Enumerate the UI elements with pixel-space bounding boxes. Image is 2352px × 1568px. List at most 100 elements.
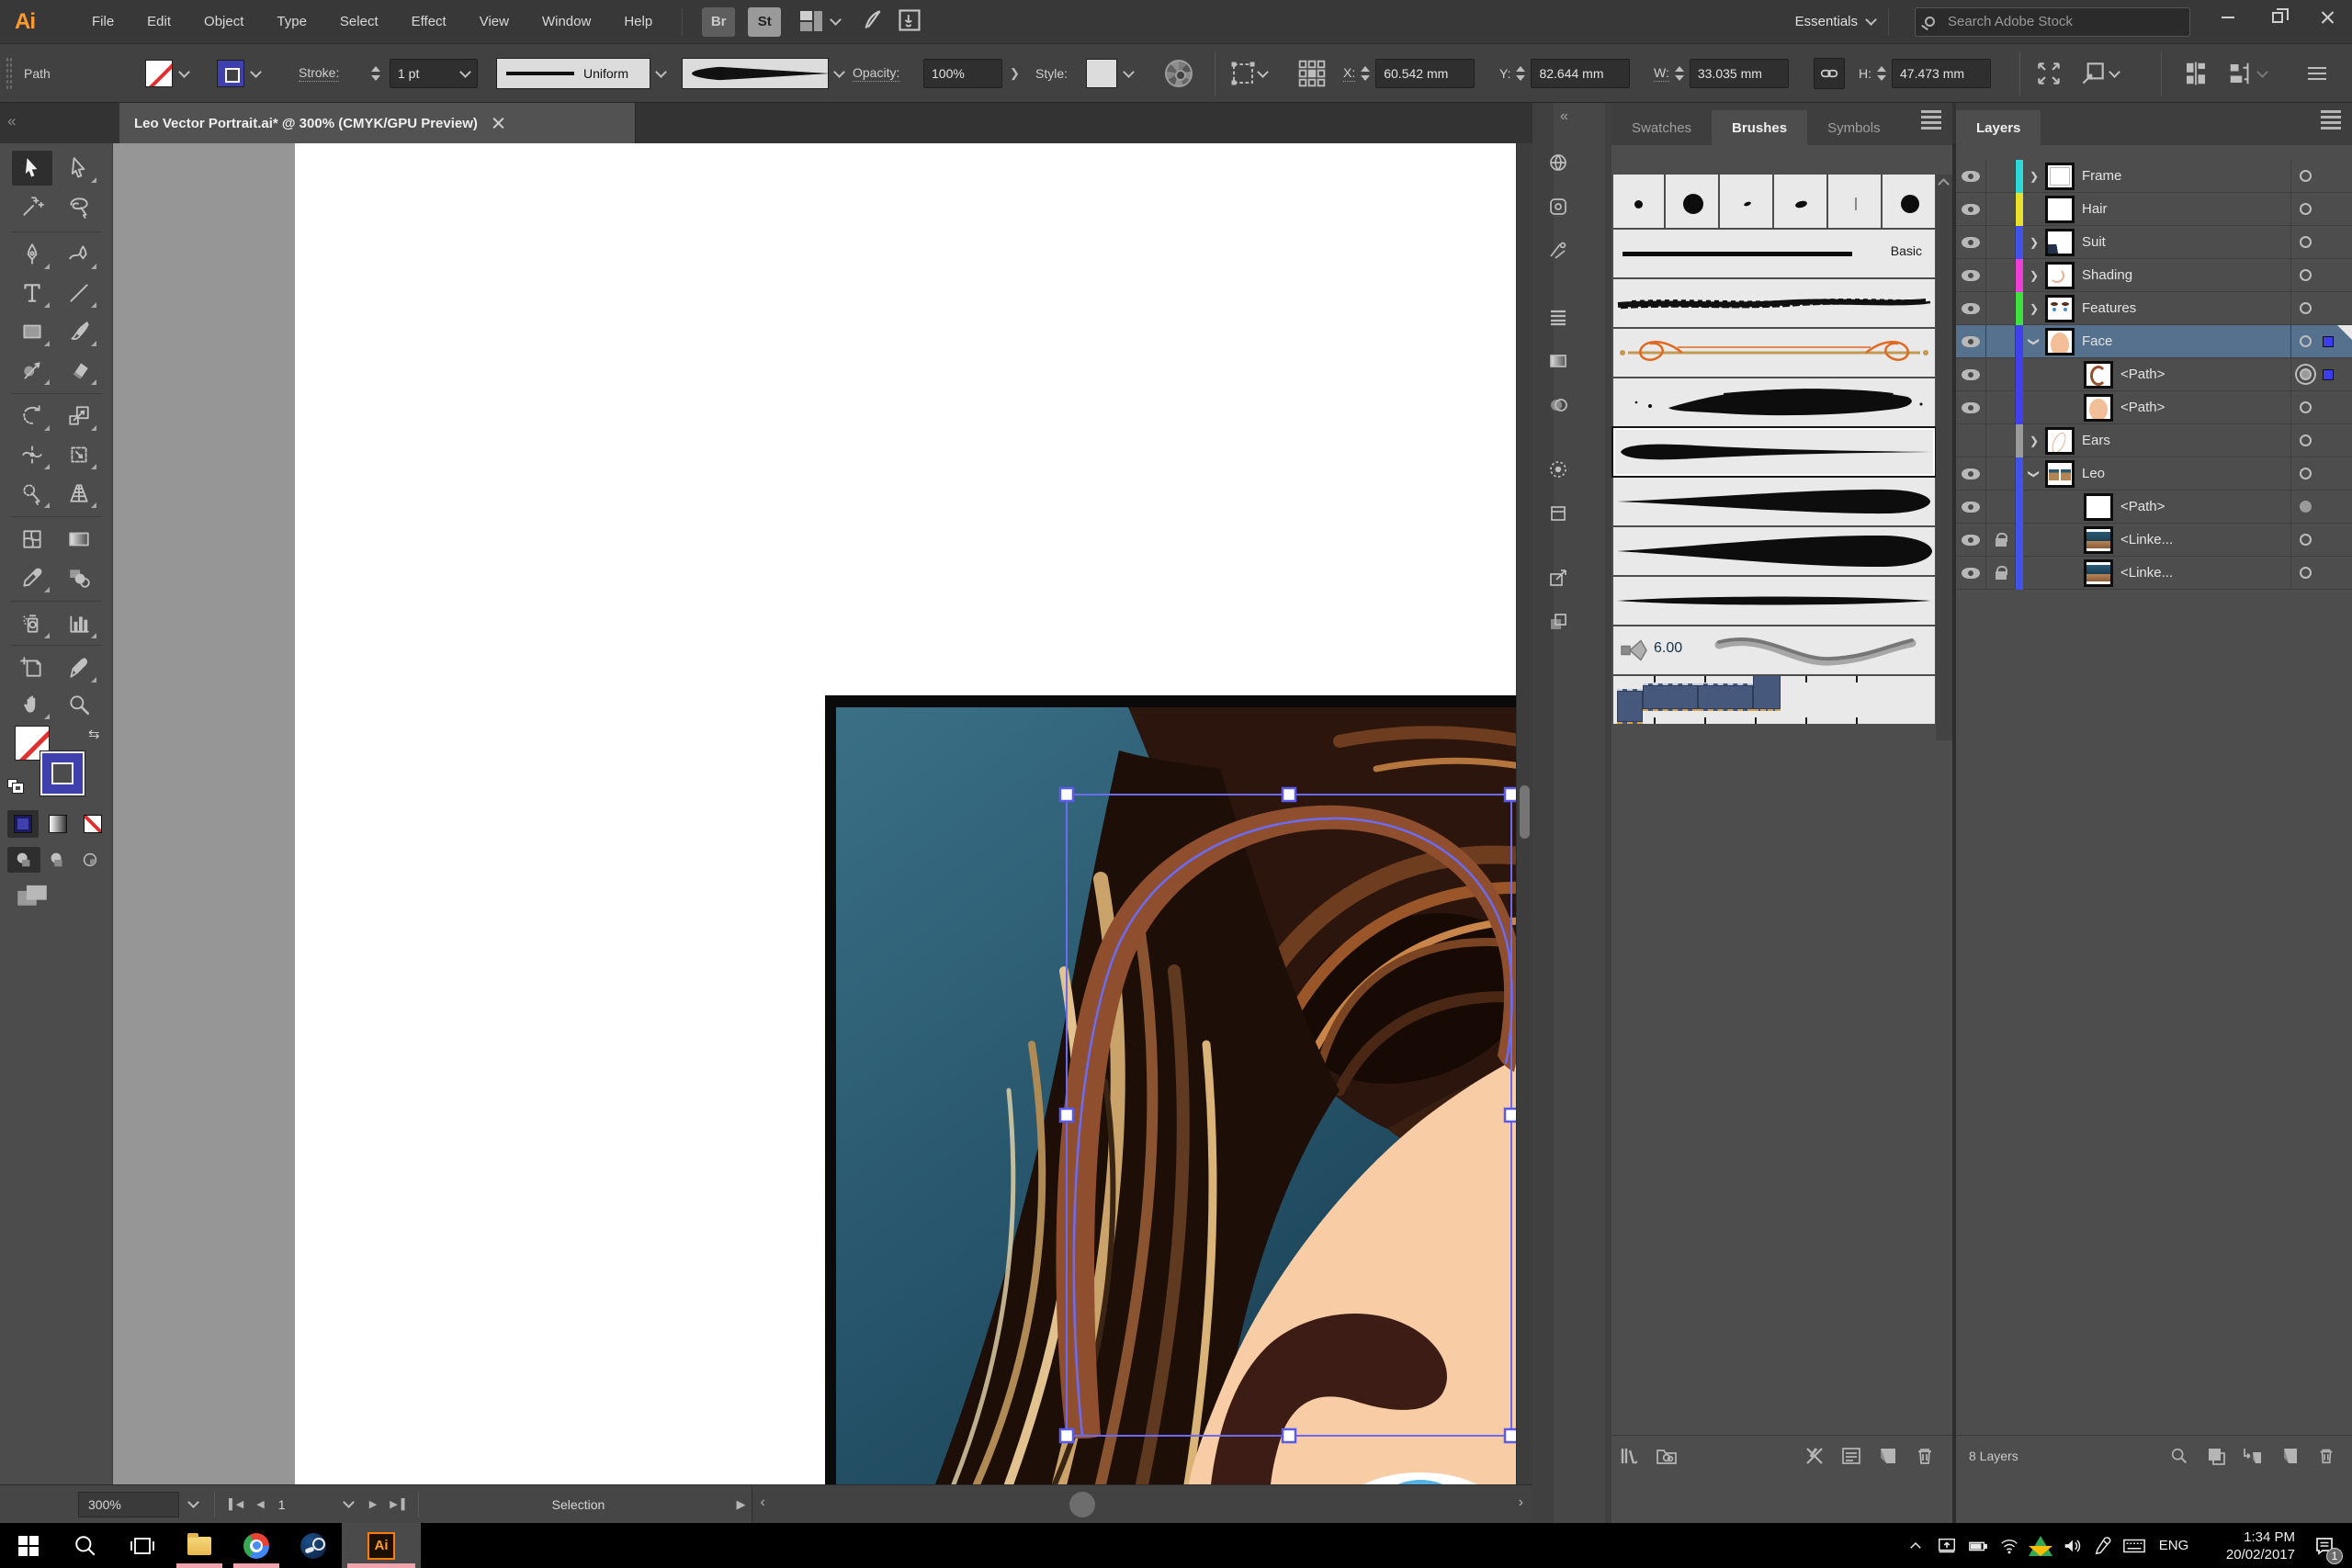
- visibility-toggle[interactable]: [1956, 490, 1986, 524]
- gradient-tool[interactable]: [59, 522, 99, 557]
- next-artboard-icon[interactable]: ▶: [369, 1498, 377, 1510]
- delete-brush-icon[interactable]: [1906, 1440, 1943, 1472]
- volume-icon[interactable]: [2056, 1523, 2087, 1568]
- magic-wand-tool[interactable]: [12, 189, 52, 224]
- lasso-tool[interactable]: [59, 189, 99, 224]
- lock-toggle[interactable]: [1986, 291, 2016, 325]
- layer-row-face[interactable]: ❯ Face: [1956, 324, 2352, 358]
- brush-taper-right[interactable]: [1613, 478, 1935, 525]
- target-icon[interactable]: [2300, 401, 2312, 413]
- chevron-down-icon[interactable]: [1257, 65, 1269, 78]
- layer-row-hair[interactable]: Hair: [1956, 192, 2352, 226]
- panel-menu-icon[interactable]: [1921, 116, 1941, 118]
- brush-taper-left[interactable]: [1611, 426, 1937, 478]
- remove-brush-stroke-icon[interactable]: [1796, 1440, 1833, 1472]
- target-icon[interactable]: [2300, 269, 2312, 281]
- lock-toggle[interactable]: [1986, 523, 2016, 557]
- layer-name[interactable]: <Path>: [2120, 367, 2165, 382]
- collapsed-panel-swatches-icon[interactable]: [1542, 235, 1575, 266]
- distribute-icon[interactable]: [2227, 44, 2268, 103]
- expand-icon[interactable]: ❯: [2023, 269, 2045, 282]
- visibility-toggle[interactable]: [1956, 457, 1986, 491]
- layer-row-path-1[interactable]: <Path>: [1956, 357, 2352, 391]
- language-indicator[interactable]: ENG: [2150, 1538, 2198, 1553]
- tab-scroll-left-icon[interactable]: «: [7, 112, 16, 130]
- lock-toggle[interactable]: [1986, 324, 2016, 358]
- reference-point-locator[interactable]: [1297, 44, 1327, 103]
- target-icon[interactable]: [2300, 534, 2312, 546]
- brush-arrow-decorative[interactable]: [1613, 329, 1935, 377]
- brush-libraries-icon[interactable]: [1611, 1440, 1648, 1472]
- pen-input-icon[interactable]: [2087, 1523, 2119, 1568]
- visibility-toggle[interactable]: [1956, 291, 1986, 325]
- collapsed-panel-color-guide-icon[interactable]: [1542, 191, 1575, 222]
- brush-definition-dropdown[interactable]: [682, 58, 830, 89]
- menu-edit[interactable]: Edit: [130, 0, 187, 44]
- layer-thumbnail[interactable]: [2045, 327, 2075, 355]
- gradient-mode-button[interactable]: [42, 810, 74, 838]
- visibility-toggle[interactable]: [1956, 423, 1986, 457]
- curvature-tool[interactable]: [59, 237, 99, 272]
- brush-calligraphic-5[interactable]: [1830, 175, 1883, 228]
- collapsed-panel-gradient-icon[interactable]: [1542, 345, 1575, 377]
- new-sublayer-icon[interactable]: [2234, 1440, 2271, 1472]
- artboard-dropdown-icon[interactable]: [343, 1496, 356, 1508]
- target-icon[interactable]: [2300, 203, 2312, 215]
- x-field[interactable]: 60.542 mm: [1375, 59, 1476, 88]
- visibility-toggle[interactable]: [1956, 258, 1986, 292]
- visibility-toggle[interactable]: [1956, 192, 1986, 226]
- close-button[interactable]: [2302, 0, 2352, 35]
- google-drive-icon[interactable]: [2025, 1523, 2056, 1568]
- menu-view[interactable]: View: [463, 0, 526, 44]
- mesh-tool[interactable]: [12, 522, 52, 557]
- taskbar-search-button[interactable]: [57, 1523, 114, 1568]
- search-input[interactable]: [1946, 13, 2157, 30]
- locate-object-icon[interactable]: [2161, 1440, 2198, 1472]
- target-icon[interactable]: [2300, 567, 2312, 579]
- paintbrush-tool[interactable]: [59, 314, 99, 349]
- chevron-down-icon[interactable]: [250, 65, 262, 78]
- tab-layers[interactable]: Layers: [1956, 110, 2041, 145]
- default-fill-stroke-icon[interactable]: [7, 779, 24, 794]
- menu-effect[interactable]: Effect: [395, 0, 463, 44]
- layer-row-path-3[interactable]: <Path>: [1956, 490, 2352, 524]
- brush-taper-right-large[interactable]: [1613, 527, 1935, 575]
- target-icon[interactable]: [2300, 170, 2312, 182]
- y-field[interactable]: 82.644 mm: [1531, 59, 1631, 88]
- brush-calligraphic-6[interactable]: [1884, 175, 1935, 228]
- tab-brushes[interactable]: Brushes: [1712, 110, 1808, 145]
- lock-toggle[interactable]: [1986, 457, 2016, 491]
- menu-select[interactable]: Select: [323, 0, 395, 44]
- brush-list-scrollbar[interactable]: [1936, 175, 1952, 740]
- layer-thumbnail[interactable]: [2084, 492, 2113, 521]
- start-button[interactable]: [0, 1523, 57, 1568]
- tab-symbols[interactable]: Symbols: [1807, 110, 1901, 145]
- layer-row-linked-2[interactable]: <Linke...: [1956, 556, 2352, 590]
- cc-libraries-icon[interactable]: [1648, 1440, 1685, 1472]
- zoom-tool[interactable]: [59, 687, 99, 722]
- layer-name[interactable]: Face: [2082, 333, 2112, 349]
- document-tab[interactable]: Leo Vector Portrait.ai* @ 300% (CMYK/GPU…: [119, 103, 636, 143]
- action-center-button[interactable]: 1: [2304, 1523, 2345, 1568]
- brush-calligraphic-3[interactable]: [1722, 175, 1774, 228]
- expand-icon[interactable]: ❯: [2023, 170, 2045, 183]
- brush-basic[interactable]: Basic: [1613, 230, 1935, 277]
- shape-builder-tool[interactable]: [12, 476, 52, 511]
- layer-name[interactable]: Suit: [2082, 234, 2106, 250]
- battery-icon[interactable]: [1962, 1523, 1994, 1568]
- slice-tool[interactable]: [59, 650, 99, 685]
- collapsed-panel-transparency-icon[interactable]: [1542, 389, 1575, 421]
- target-icon-targeted[interactable]: [2300, 368, 2312, 380]
- opacity-field[interactable]: 100%: [923, 59, 1002, 88]
- target-icon[interactable]: [2300, 335, 2312, 347]
- layer-thumbnail[interactable]: [2045, 261, 2075, 289]
- layer-name[interactable]: Frame: [2082, 168, 2121, 184]
- brush-bristle[interactable]: 6.00: [1613, 626, 1935, 674]
- touch-keyboard-icon[interactable]: [2119, 1523, 2150, 1568]
- target-icon-appearance[interactable]: [2300, 501, 2312, 513]
- lock-toggle[interactable]: [1986, 556, 2016, 590]
- layer-thumbnail[interactable]: [2045, 162, 2075, 190]
- collapse-icon[interactable]: ❯: [2028, 463, 2041, 485]
- layer-name[interactable]: <Linke...: [2120, 532, 2173, 547]
- h-field[interactable]: 47.473 mm: [1892, 59, 1991, 88]
